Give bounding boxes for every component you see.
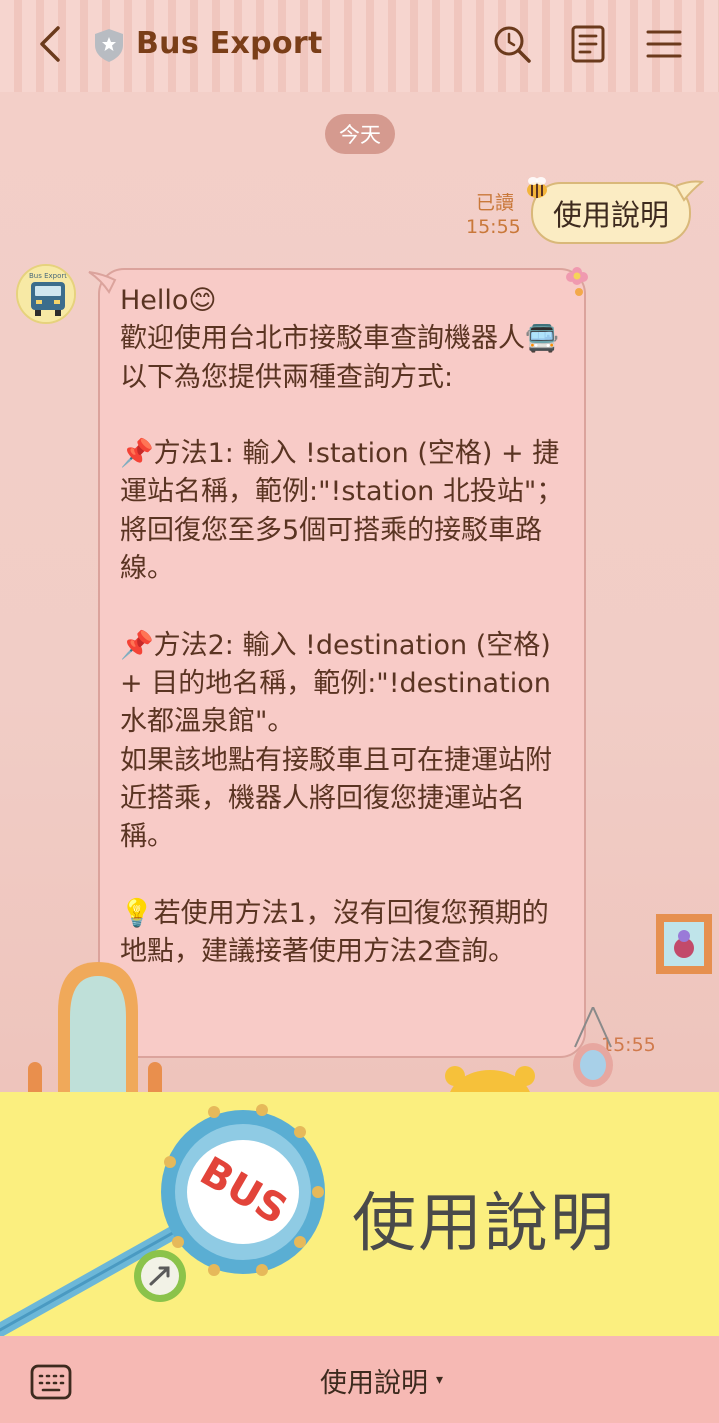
bubble-tail-decoration bbox=[88, 271, 117, 294]
avatar[interactable]: Bus Export bbox=[16, 264, 76, 324]
bus-stop-sign-icon: BUS bbox=[0, 1104, 325, 1336]
bee-icon bbox=[527, 177, 547, 198]
bottom-bar: 使用說明 ▾ bbox=[0, 1336, 719, 1423]
caret-down-icon: ▾ bbox=[436, 1372, 444, 1388]
chat-area[interactable]: 今天 已讀 15:55 使用說明 Bus Export Hello😊 歡迎使用台… bbox=[0, 92, 719, 1092]
bus-icon: Bus Export bbox=[18, 266, 74, 322]
sent-message-bubble[interactable]: 使用說明 bbox=[531, 182, 691, 244]
search-icon[interactable] bbox=[492, 24, 532, 64]
rich-menu-label: 使用說明 bbox=[352, 1187, 616, 1261]
read-receipt: 已讀 bbox=[476, 192, 515, 214]
rich-menu-toggle-label: 使用說明 bbox=[320, 1367, 428, 1399]
date-separator: 今天 bbox=[325, 114, 395, 154]
chat-title: Bus Export bbox=[136, 26, 323, 61]
rich-menu-toggle[interactable]: 使用說明 ▾ bbox=[320, 1362, 444, 1399]
rich-menu[interactable]: BUS 使用說明 bbox=[0, 1092, 719, 1336]
flower-icon bbox=[566, 267, 588, 296]
shield-icon bbox=[95, 29, 123, 62]
hanging-ornament-decoration bbox=[573, 1007, 613, 1087]
keyboard-icon[interactable] bbox=[30, 1364, 72, 1400]
chevron-left-icon[interactable] bbox=[30, 22, 74, 66]
sent-timestamp: 15:55 bbox=[466, 216, 521, 238]
chat-header: Bus Export bbox=[0, 0, 719, 92]
received-message-bubble[interactable]: Hello😊 歡迎使用台北市接駁車查詢機器人🚍 以下為您提供兩種查詢方式: 📌方… bbox=[98, 268, 586, 1058]
picture-frame-decoration bbox=[656, 914, 712, 974]
bubble-tail-decoration bbox=[676, 180, 704, 202]
bear-decoration bbox=[445, 1066, 535, 1092]
hamburger-menu-icon[interactable] bbox=[644, 24, 684, 64]
notes-icon[interactable] bbox=[568, 24, 608, 64]
mirror-decoration bbox=[28, 962, 162, 1092]
message-text: Hello😊 歡迎使用台北市接駁車查詢機器人🚍 以下為您提供兩種查詢方式: 📌方… bbox=[120, 285, 564, 968]
avatar-label: Bus Export bbox=[29, 272, 67, 280]
